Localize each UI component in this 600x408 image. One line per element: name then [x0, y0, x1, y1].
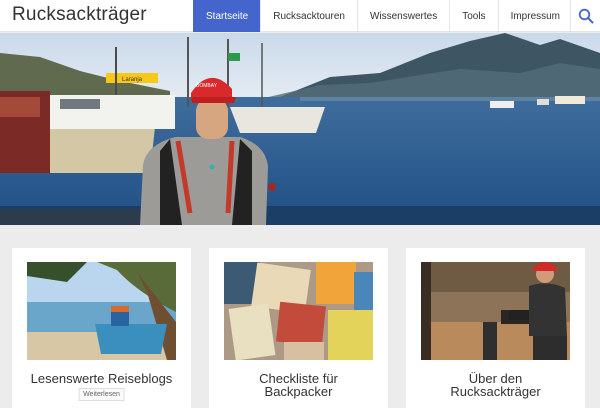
nav-item-rucksacktouren[interactable]: Rucksacktouren: [260, 0, 357, 32]
search-button[interactable]: [570, 0, 600, 32]
card-image-beach[interactable]: [27, 262, 176, 360]
search-icon: [578, 8, 593, 24]
card-reiseblogs[interactable]: Lesenswerte Reiseblogs Weiterlesen: [12, 248, 191, 408]
card-image-books[interactable]: [224, 262, 373, 360]
nav-item-tools[interactable]: Tools: [449, 0, 497, 32]
card-ueber[interactable]: Über den Rucksackträger: [406, 248, 585, 408]
card-title-line-2[interactable]: Backpacker: [209, 385, 388, 398]
card-title[interactable]: Lesenswerte Reiseblogs: [12, 372, 191, 385]
cap-text: BOMBAY: [196, 83, 218, 89]
site-logo[interactable]: Rucksackträger: [12, 4, 147, 26]
nav-item-wissenswertes[interactable]: Wissenswertes: [356, 0, 449, 32]
card-checkliste[interactable]: Checkliste für Backpacker: [209, 248, 388, 408]
main-nav: Startseite Rucksacktouren Wissenswertes …: [193, 0, 572, 32]
nav-item-impressum[interactable]: Impressum: [497, 0, 572, 32]
boat-sign-text: Laranja: [122, 77, 143, 83]
hero-image: Laranja BOMBAY: [0, 33, 600, 225]
card-image-author[interactable]: [421, 262, 570, 360]
site-header: Rucksackträger Startseite Rucksacktouren…: [0, 0, 600, 32]
nav-item-startseite[interactable]: Startseite: [193, 0, 261, 32]
read-more-button[interactable]: Weiterlesen: [78, 388, 125, 401]
card-title-line-2[interactable]: Rucksackträger: [406, 385, 585, 398]
